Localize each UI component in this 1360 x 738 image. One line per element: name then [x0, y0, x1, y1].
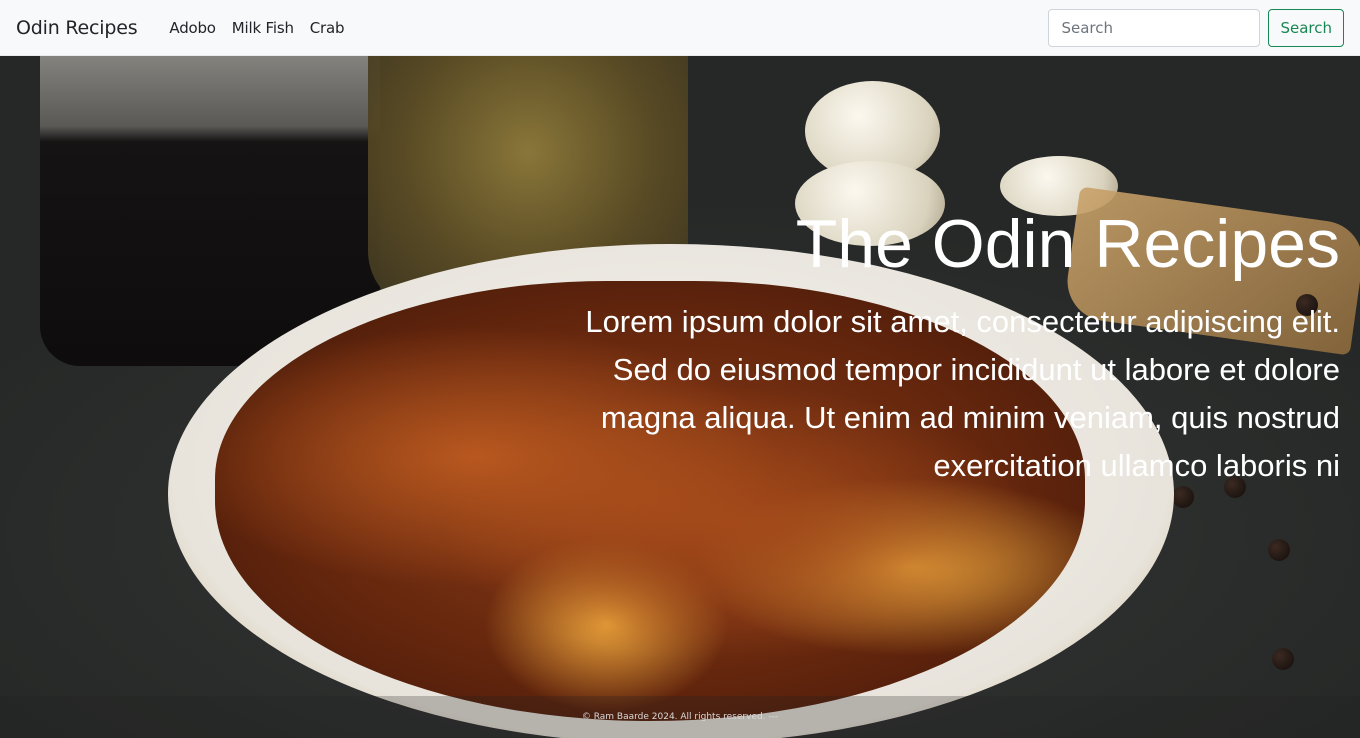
hero-title: The Odin Recipes: [795, 206, 1340, 282]
navbar: Odin Recipes Adobo Milk Fish Crab Search: [0, 0, 1360, 56]
brand-link[interactable]: Odin Recipes: [16, 17, 138, 39]
search-input[interactable]: [1048, 8, 1261, 47]
nav-link-milk-fish[interactable]: Milk Fish: [224, 19, 302, 37]
hero-description: Lorem ipsum dolor sit amet, consectetur …: [585, 304, 1340, 483]
footer-copyright: © Ram Baarde 2024. All rights reserved. …: [581, 712, 779, 722]
nav-link-adobo[interactable]: Adobo: [161, 19, 223, 37]
hero-section: The Odin Recipes Lorem ipsum dolor sit a…: [0, 56, 1360, 738]
peppercorn-image: [1268, 539, 1290, 561]
search-button[interactable]: Search: [1268, 8, 1344, 47]
peppercorn-image: [1272, 648, 1294, 670]
search-form: Search: [1048, 8, 1344, 47]
nav-link-crab[interactable]: Crab: [302, 19, 353, 37]
footer: © Ram Baarde 2024. All rights reserved. …: [0, 696, 1360, 738]
nav-links: Adobo Milk Fish Crab: [161, 19, 352, 37]
